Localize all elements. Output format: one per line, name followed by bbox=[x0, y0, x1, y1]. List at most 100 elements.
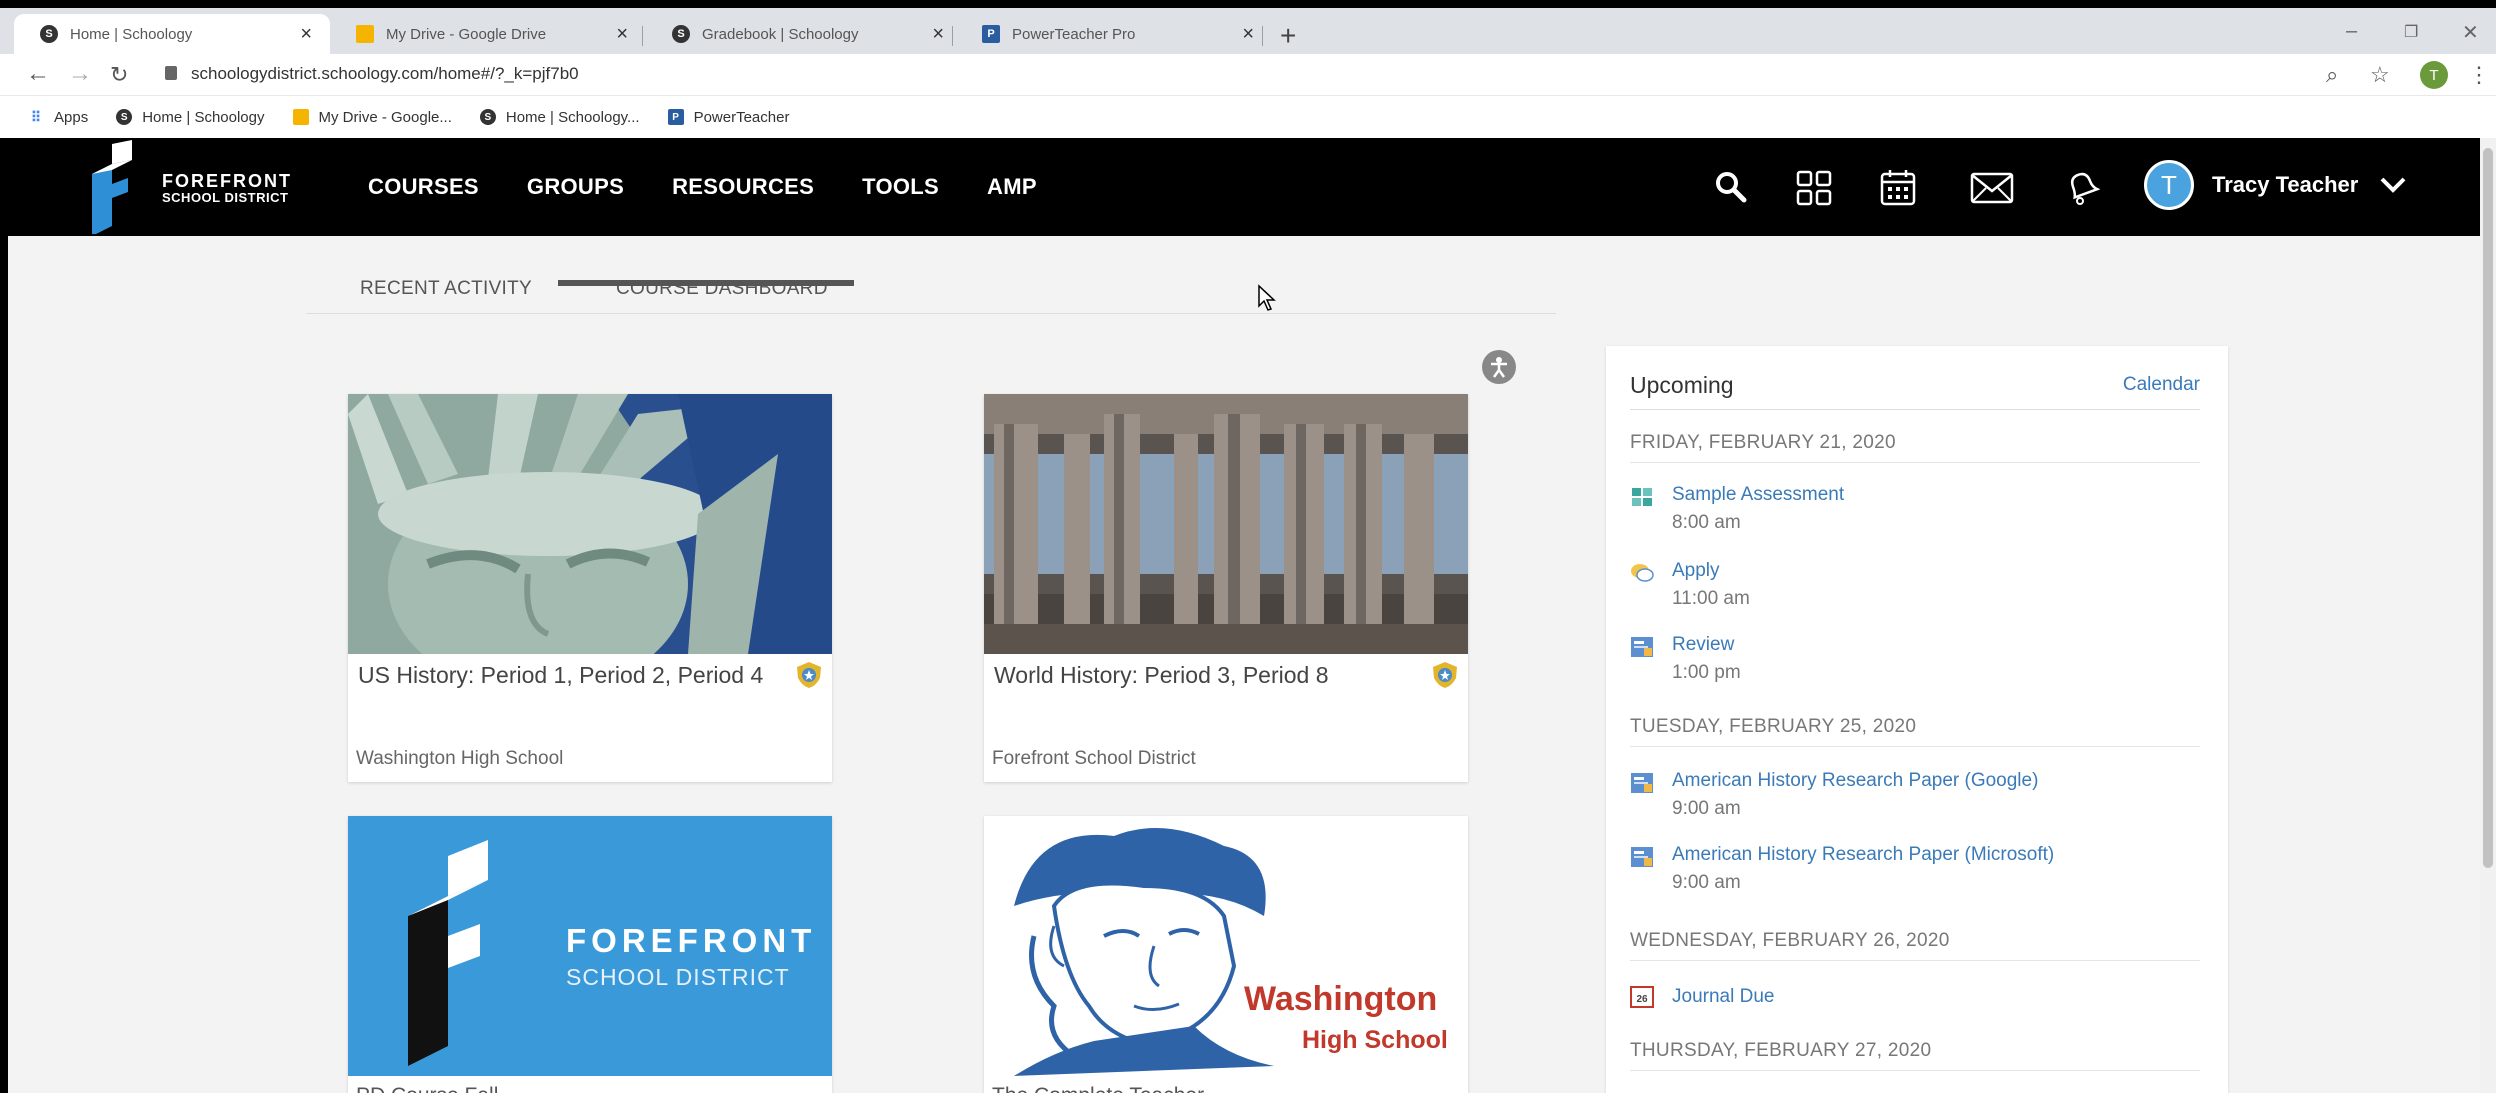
logo-line2: SCHOOL DISTRICT bbox=[162, 189, 289, 205]
logo-line1: FOREFRONT bbox=[162, 171, 292, 191]
upcoming-title: Upcoming bbox=[1630, 372, 1734, 398]
calendar-event-icon: 26 bbox=[1630, 986, 1654, 1008]
notifications-bell-icon[interactable] bbox=[2066, 168, 2100, 206]
app-header: FOREFRONT SCHOOL DISTRICT COURSES GROUPS… bbox=[8, 138, 2488, 236]
powerteacher-favicon-icon: P bbox=[667, 109, 684, 125]
new-tab-icon[interactable]: + bbox=[1280, 20, 1296, 52]
main-content: RECENT ACTIVITY COURSE DASHBOARD US Hist… bbox=[8, 236, 2480, 1093]
schoology-favicon-icon: S bbox=[116, 109, 133, 125]
course-card-complete-teacher[interactable]: Washington High School The Complete Teac… bbox=[984, 816, 1468, 1093]
messages-icon[interactable] bbox=[1970, 172, 2014, 204]
nav-groups[interactable]: GROUPS bbox=[527, 174, 624, 200]
schoology-favicon-icon: S bbox=[672, 25, 690, 43]
upcoming-panel: Upcoming Calendar FRIDAY, FEBRUARY 21, 2… bbox=[1606, 346, 2228, 1093]
day-header: FRIDAY, FEBRUARY 21, 2020 bbox=[1630, 432, 2200, 463]
url-field[interactable]: schoologydistrict.schoology.com/home#/?_… bbox=[165, 64, 579, 84]
nav-courses[interactable]: COURSES bbox=[368, 174, 479, 200]
accessibility-icon[interactable] bbox=[1482, 350, 1516, 384]
close-tab-icon[interactable]: × bbox=[1242, 23, 1254, 46]
forefront-logo-icon bbox=[92, 140, 132, 234]
tab-separator bbox=[1262, 26, 1263, 46]
course-title[interactable]: World History: Period 3, Period 8 bbox=[994, 662, 1329, 689]
minimize-icon[interactable]: – bbox=[2346, 20, 2357, 43]
tab-label: Home | Schoology bbox=[70, 25, 193, 43]
assignment-icon bbox=[1631, 847, 1653, 867]
bookmarks-bar: ⠿ Apps S Home | Schoology My Drive - Goo… bbox=[0, 96, 2496, 138]
apps-grid-icon[interactable] bbox=[1796, 170, 1832, 206]
course-image-columns[interactable] bbox=[984, 394, 1468, 654]
screen: S Home | Schoology × My Drive - Google D… bbox=[0, 0, 2496, 1093]
event-name[interactable]: American History Research Paper (Google) bbox=[1672, 770, 2038, 792]
lock-icon bbox=[165, 66, 177, 80]
forefront-logo[interactable]: FOREFRONT SCHOOL DISTRICT bbox=[88, 140, 308, 234]
nav-amp[interactable]: AMP bbox=[987, 174, 1037, 200]
reload-icon[interactable]: ↻ bbox=[110, 62, 128, 88]
active-tab-indicator bbox=[558, 280, 854, 286]
browser-tab-strip: S Home | Schoology × My Drive - Google D… bbox=[0, 8, 2496, 54]
browser-profile-avatar[interactable]: T bbox=[2420, 61, 2448, 89]
mouse-cursor-icon bbox=[1258, 284, 1276, 311]
event-time: 8:00 am bbox=[1672, 512, 1741, 533]
browser-menu-icon[interactable]: ⋮ bbox=[2468, 62, 2490, 88]
tab-label: Gradebook | Schoology bbox=[702, 25, 859, 43]
browser-tab-google-drive[interactable]: My Drive - Google Drive × bbox=[330, 14, 646, 54]
nav-resources[interactable]: RESOURCES bbox=[672, 174, 814, 200]
course-image-forefront-logo[interactable]: FOREFRONT SCHOOL DISTRICT bbox=[348, 816, 832, 1076]
discussion-icon bbox=[1631, 564, 1654, 582]
calendar-link[interactable]: Calendar bbox=[2123, 374, 2200, 396]
back-icon[interactable]: ← bbox=[26, 60, 50, 88]
url-text: schoologydistrict.schoology.com/home#/?_… bbox=[191, 64, 579, 83]
chevron-down-icon bbox=[2380, 177, 2406, 193]
tab-label: PowerTeacher Pro bbox=[1012, 25, 1136, 43]
bookmark-label: My Drive - Google... bbox=[318, 108, 452, 126]
close-window-icon[interactable]: ✕ bbox=[2462, 20, 2479, 45]
bookmark-star-icon[interactable]: ☆ bbox=[2370, 62, 2390, 88]
close-tab-icon[interactable]: × bbox=[300, 23, 312, 46]
bookmark-schoology-home[interactable]: S Home | Schoology bbox=[116, 109, 265, 126]
user-menu[interactable]: T Tracy Teacher bbox=[2144, 160, 2406, 210]
zoom-icon[interactable]: ⌕ bbox=[2326, 62, 2338, 88]
nav-tools[interactable]: TOOLS bbox=[862, 174, 939, 200]
event-time: 9:00 am bbox=[1672, 872, 1741, 893]
course-title[interactable]: The Complete Teacher bbox=[992, 1084, 1204, 1093]
tab-recent-activity[interactable]: RECENT ACTIVITY bbox=[360, 278, 532, 300]
image-text-washington: Washington bbox=[1244, 980, 1438, 1018]
course-admin-badge-icon bbox=[1433, 662, 1457, 688]
event-name[interactable]: Apply bbox=[1672, 560, 1720, 582]
assessment-icon bbox=[1632, 488, 1652, 506]
course-image-statue-of-liberty[interactable] bbox=[348, 394, 832, 654]
close-tab-icon[interactable]: × bbox=[616, 23, 628, 46]
assignment-icon bbox=[1631, 773, 1653, 793]
course-title[interactable]: PD Course Fall bbox=[356, 1084, 498, 1093]
bookmark-google-drive[interactable]: My Drive - Google... bbox=[292, 108, 452, 126]
course-card-world-history[interactable]: World History: Period 3, Period 8 Forefr… bbox=[984, 394, 1468, 782]
event-name[interactable]: American History Research Paper (Microso… bbox=[1672, 844, 2054, 866]
event-time: 1:00 pm bbox=[1672, 662, 1741, 683]
page-scrollbar-thumb[interactable] bbox=[2483, 148, 2493, 868]
calendar-icon[interactable] bbox=[1880, 168, 1916, 206]
event-time: 9:00 am bbox=[1672, 798, 1741, 819]
bookmark-schoology-home-2[interactable]: S Home | Schoology... bbox=[479, 109, 640, 126]
course-image-washington[interactable]: Washington High School bbox=[984, 816, 1468, 1076]
tab-label: My Drive - Google Drive bbox=[386, 25, 547, 43]
event-name[interactable]: Review bbox=[1672, 634, 1734, 656]
restore-icon[interactable]: ❐ bbox=[2404, 22, 2418, 42]
google-drive-favicon-icon bbox=[292, 109, 309, 125]
forward-icon[interactable]: → bbox=[68, 60, 92, 88]
course-card-us-history[interactable]: US History: Period 1, Period 2, Period 4… bbox=[348, 394, 832, 782]
browser-tab-powerteacher[interactable]: P PowerTeacher Pro × bbox=[956, 14, 1272, 54]
course-card-pd-course[interactable]: FOREFRONT SCHOOL DISTRICT PD Course Fall bbox=[348, 816, 832, 1093]
event-name[interactable]: Sample Assessment bbox=[1672, 484, 1844, 506]
day-header: THURSDAY, FEBRUARY 27, 2020 bbox=[1630, 1040, 2200, 1071]
event-name[interactable]: Journal Due bbox=[1672, 986, 1774, 1008]
main-nav: COURSES GROUPS RESOURCES TOOLS AMP bbox=[368, 174, 1085, 200]
course-title[interactable]: US History: Period 1, Period 2, Period 4 bbox=[358, 662, 763, 689]
logo-wordmark: FOREFRONT SCHOOL DISTRICT bbox=[162, 172, 292, 205]
bookmark-apps[interactable]: ⠿ Apps bbox=[28, 109, 88, 126]
browser-tab-schoology-home[interactable]: S Home | Schoology × bbox=[14, 14, 330, 54]
close-tab-icon[interactable]: × bbox=[932, 23, 944, 46]
day-header: WEDNESDAY, FEBRUARY 26, 2020 bbox=[1630, 930, 2200, 961]
bookmark-powerteacher[interactable]: P PowerTeacher bbox=[667, 109, 789, 126]
search-icon[interactable] bbox=[1714, 170, 1748, 204]
browser-tab-gradebook[interactable]: S Gradebook | Schoology × bbox=[646, 14, 962, 54]
